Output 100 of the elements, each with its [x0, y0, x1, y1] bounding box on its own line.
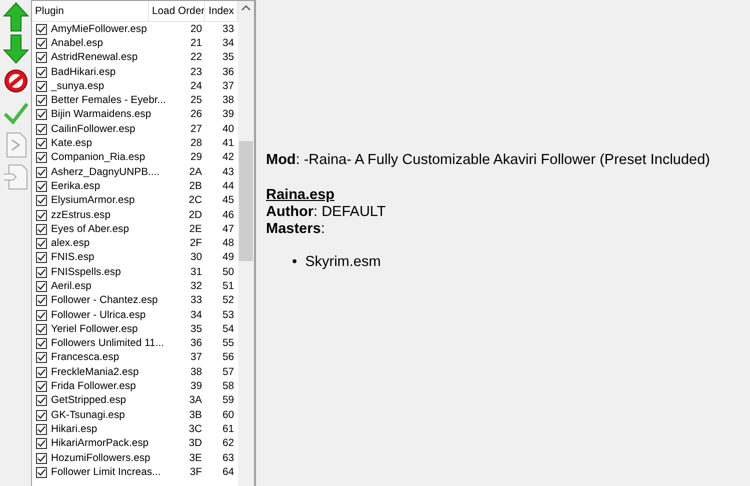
load-order-cell-text: 22	[189, 51, 203, 64]
index-cell-text: 37	[221, 80, 235, 93]
checkbox[interactable]	[36, 224, 47, 235]
checkbox[interactable]	[36, 166, 47, 178]
load-order-cell-text: 2D	[188, 208, 203, 222]
checkbox[interactable]	[36, 124, 47, 135]
file-name: Raina.esp	[266, 187, 336, 204]
checkbox[interactable]	[36, 266, 47, 278]
load-order-cell-text: 3E	[188, 452, 203, 465]
plugin-name: zzEstrus.esp	[51, 208, 112, 222]
checkbox[interactable]	[36, 52, 47, 64]
index-cell-text: 52	[221, 294, 235, 308]
index-cell-text: 56	[221, 351, 235, 364]
checkbox[interactable]	[36, 338, 47, 350]
load-order-cell-text: 36	[189, 337, 203, 350]
checkbox[interactable]	[36, 66, 47, 78]
plugin-name: Hikari.esp	[51, 422, 98, 436]
plugin-name: CailinFollower.esp	[51, 122, 136, 136]
checkbox[interactable]	[36, 138, 47, 150]
bullet: •	[292, 254, 298, 271]
load-order-cell-text: 39	[189, 380, 203, 394]
column-header[interactable]: Plugin	[32, 0, 149, 22]
index-cell-text: 48	[221, 237, 235, 250]
checkbox[interactable]	[36, 310, 47, 321]
checkbox[interactable]	[36, 438, 47, 450]
index-cell-text: 53	[221, 308, 235, 322]
checkbox[interactable]	[36, 295, 47, 306]
checkbox[interactable]	[36, 80, 47, 92]
load-order-cell-text: 25	[189, 94, 203, 108]
load-order-cell-text: 32	[189, 280, 203, 293]
checkbox[interactable]	[36, 252, 47, 264]
checkbox[interactable]	[36, 95, 47, 106]
move-up-icon[interactable]	[2, 2, 28, 32]
author-line: Author: DEFAULT	[266, 204, 387, 221]
mod-line: Mod: -Raina- A Fully Customizable Akaviri Follower (Preset Included)	[266, 152, 712, 169]
plugin-name: Asherz_DagnyUNPB....	[51, 166, 161, 179]
checkbox[interactable]	[36, 466, 47, 478]
checkbox[interactable]	[36, 366, 47, 378]
checkbox[interactable]	[36, 452, 47, 464]
checkbox[interactable]	[36, 152, 47, 164]
index-cell-text: 46	[221, 208, 235, 222]
index-cell-text: 60	[221, 408, 235, 422]
load-order-cell-text: 38	[189, 366, 203, 379]
index-cell-text: 45	[221, 194, 235, 208]
checkbox[interactable]	[36, 395, 47, 406]
index-cell-text: 47	[221, 222, 235, 236]
checkbox[interactable]	[36, 324, 47, 335]
index-cell-text: 57	[221, 366, 235, 379]
scrollbar[interactable]	[238, 1, 254, 486]
index-cell-text: 51	[221, 280, 235, 293]
checkbox[interactable]	[36, 38, 47, 49]
load-order-cell-text: 20	[189, 22, 203, 36]
column-header[interactable]: Load Order	[149, 0, 205, 22]
masters-label: Masters:	[266, 221, 326, 238]
checkbox[interactable]	[36, 238, 47, 250]
index-cell-text: 42	[221, 151, 235, 164]
plugin-name: HikariArmorPack.esp	[51, 437, 150, 450]
load-order-cell-text: 2C	[188, 194, 203, 208]
plugin-name: Follower - Ulrica.esp	[51, 308, 147, 322]
plugin-name: FNISspells.esp	[51, 266, 122, 279]
index-cell-text: 39	[221, 108, 235, 122]
load-order-cell-text: 34	[189, 308, 203, 322]
plugin-name: Frida Follower.esp	[51, 380, 137, 394]
checkbox[interactable]	[36, 352, 47, 364]
checkbox[interactable]	[36, 280, 47, 292]
move-down-icon[interactable]	[2, 34, 28, 64]
plugin-name: FreckleMania2.esp	[51, 366, 140, 379]
checkbox[interactable]	[36, 210, 47, 220]
load-order-cell-text: 33	[189, 294, 203, 308]
plugin-name: _sunya.esp	[51, 80, 106, 93]
checkbox[interactable]	[36, 410, 47, 421]
plugin-name: HozumiFollowers.esp	[51, 452, 152, 465]
checkbox[interactable]	[36, 195, 47, 206]
load-order-cell-text: 31	[189, 266, 203, 279]
plugin-name: FNIS.esp	[51, 251, 96, 264]
checkbox[interactable]	[36, 109, 47, 120]
checkbox[interactable]	[36, 381, 47, 392]
checkbox[interactable]	[36, 424, 47, 435]
plugin-name: Companion_Ria.esp	[51, 151, 146, 164]
plugin-name: Francesca.esp	[51, 351, 120, 364]
index-cell-text: 34	[221, 36, 235, 50]
load-order-cell-text: 3A	[188, 394, 203, 408]
load-order-cell-text: 28	[189, 137, 203, 150]
index-cell-text: 50	[221, 266, 235, 279]
plugin-name: GetStripped.esp	[51, 394, 128, 408]
scrollbar-thumb[interactable]	[239, 141, 253, 261]
plugin-name: ElysiumArmor.esp	[51, 194, 136, 208]
load-order-cell-text: 3F	[188, 466, 203, 479]
index-cell-text: 55	[221, 337, 235, 350]
load-order-cell-text: 2F	[188, 237, 203, 250]
index-cell-text: 61	[221, 422, 235, 436]
plugin-name: Eerika.esp	[51, 180, 102, 193]
load-order-cell-text: 29	[189, 151, 203, 164]
plugin-name: Kate.esp	[51, 137, 94, 150]
plugin-name: AmyMieFollower.esp	[51, 22, 148, 36]
checkbox[interactable]	[36, 24, 47, 35]
index-cell-text: 59	[221, 394, 235, 408]
index-cell-text: 40	[221, 122, 235, 136]
checkbox[interactable]	[36, 180, 47, 192]
index-cell-text: 62	[221, 437, 235, 450]
